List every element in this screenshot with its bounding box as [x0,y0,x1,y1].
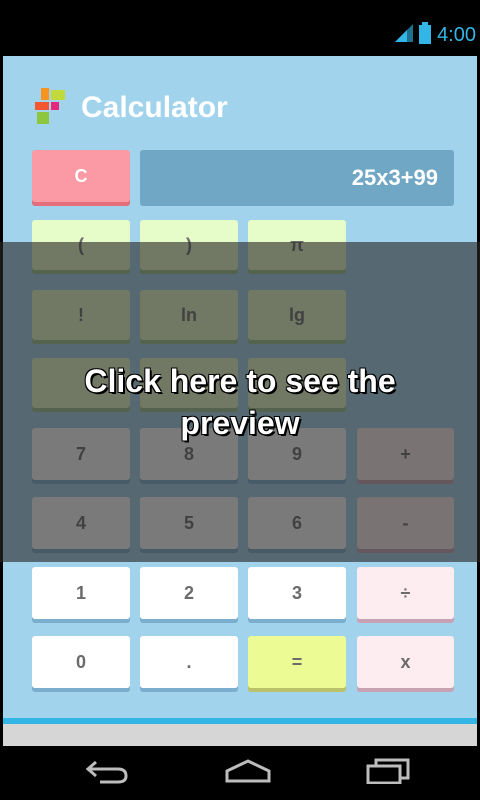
home-button[interactable] [218,756,278,790]
back-icon [85,758,130,789]
dot-button[interactable]: . [140,636,238,688]
signal-icon [395,23,414,47]
bottom-strip [3,724,477,746]
recent-apps-button[interactable] [358,756,418,790]
one-button[interactable]: 1 [32,567,130,619]
two-button[interactable]: 2 [140,567,238,619]
equals-button[interactable]: = [248,636,346,688]
navigation-bar [0,746,480,800]
preview-overlay-text[interactable]: Click here to see the preview [60,360,420,444]
expression-display: 25x3+99 [140,150,454,206]
app-title: Calculator [81,91,228,124]
multiply-button[interactable]: x [357,636,454,688]
preview-overlay[interactable]: Click here to see the preview [0,242,480,562]
back-button[interactable] [78,756,138,790]
three-button[interactable]: 3 [248,567,346,619]
home-icon [224,758,272,788]
battery-icon [419,21,432,49]
clock: 4:00 [437,23,476,46]
calculator-logo-icon [35,87,69,129]
zero-button[interactable]: 0 [32,636,130,688]
divide-button[interactable]: ÷ [357,567,454,619]
recent-apps-icon [366,758,410,789]
app-header: Calculator [35,87,228,129]
status-bar: 4:00 [0,0,480,50]
status-icons: 4:00 [395,21,476,49]
clear-button[interactable]: C [32,150,130,202]
